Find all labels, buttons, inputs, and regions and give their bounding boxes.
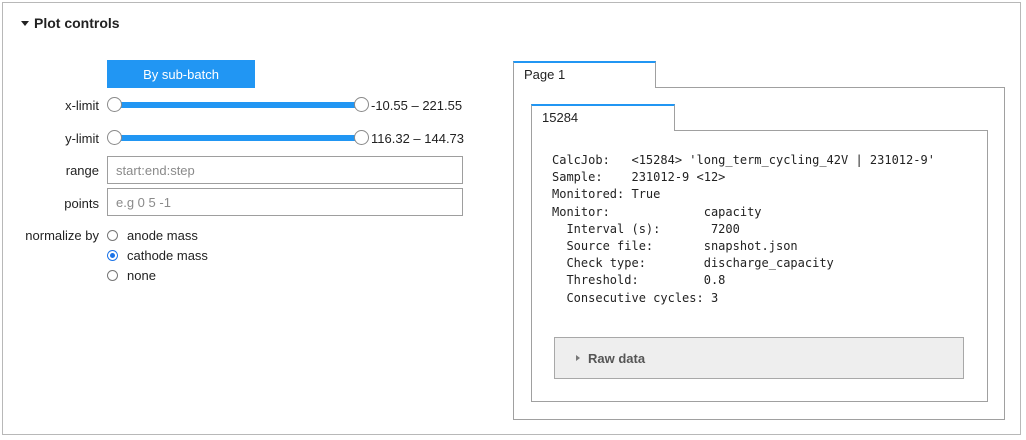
tab-job-15284[interactable]: 15284: [531, 104, 675, 131]
calcjob-label: CalcJob:: [552, 153, 610, 167]
plot-controls-toggle[interactable]: Plot controls: [21, 15, 120, 31]
x-limit-max-handle[interactable]: [354, 97, 369, 112]
monitored-label: Monitored:: [552, 187, 625, 202]
section-title: Plot controls: [34, 15, 120, 31]
source-file-value: snapshot.json: [703, 239, 798, 254]
sample-value: 231012-9 <12>: [631, 170, 726, 185]
monitored-value: True: [631, 187, 661, 202]
x-limit-readout: -10.55 – 221.55: [371, 98, 463, 113]
range-label: range: [65, 163, 99, 178]
radio-label: anode mass: [127, 228, 198, 243]
monitor-value: capacity: [703, 204, 762, 219]
points-label: points: [64, 196, 99, 211]
radio-label: cathode mass: [127, 248, 208, 263]
job-info-text: CalcJob: <15284> 'long_term_cycling_42V …: [552, 152, 935, 307]
radio-button[interactable]: [107, 230, 118, 241]
consecutive-cycles-label: Consecutive cycles:: [566, 290, 704, 305]
group-by-sub-batch-button[interactable]: By sub-batch: [107, 60, 255, 88]
points-input[interactable]: [107, 188, 463, 216]
caret-down-icon: [21, 20, 29, 26]
radio-cathode-mass[interactable]: cathode mass: [107, 248, 208, 263]
raw-data-accordion[interactable]: Raw data: [554, 337, 964, 379]
y-limit-readout: 116.32 – 144.73: [371, 131, 465, 146]
tab-page-1[interactable]: Page 1: [513, 61, 656, 88]
raw-data-label: Raw data: [588, 350, 646, 366]
check-type-value: discharge_capacity: [703, 256, 834, 271]
source-file-label: Source file:: [566, 239, 654, 254]
x-limit-min-handle[interactable]: [107, 97, 122, 112]
calcjob-value: <15284> 'long_term_cycling_42V | 231012-…: [631, 153, 935, 167]
radio-none[interactable]: none: [107, 268, 156, 283]
interval-value: 7200: [710, 221, 740, 236]
radio-button[interactable]: [107, 270, 118, 281]
radio-label: none: [127, 268, 156, 283]
monitor-label: Monitor:: [552, 204, 610, 219]
check-type-label: Check type:: [566, 256, 646, 271]
interval-label: Interval (s):: [566, 221, 661, 236]
threshold-label: Threshold:: [566, 273, 639, 288]
x-limit-label: x-limit: [65, 98, 99, 113]
x-limit-slider-track[interactable]: [114, 102, 362, 108]
sample-label: Sample:: [552, 170, 603, 185]
range-input[interactable]: [107, 156, 463, 184]
threshold-value: 0.8: [703, 273, 726, 288]
radio-button-selected[interactable]: [107, 250, 118, 261]
y-limit-min-handle[interactable]: [107, 130, 122, 145]
y-limit-max-handle[interactable]: [354, 130, 369, 145]
caret-right-icon: [576, 355, 580, 361]
consecutive-cycles-value: 3: [710, 290, 719, 305]
y-limit-label: y-limit: [65, 131, 99, 146]
y-limit-slider-track[interactable]: [114, 135, 362, 141]
normalize-by-label: normalize by: [25, 228, 99, 243]
radio-anode-mass[interactable]: anode mass: [107, 228, 198, 243]
